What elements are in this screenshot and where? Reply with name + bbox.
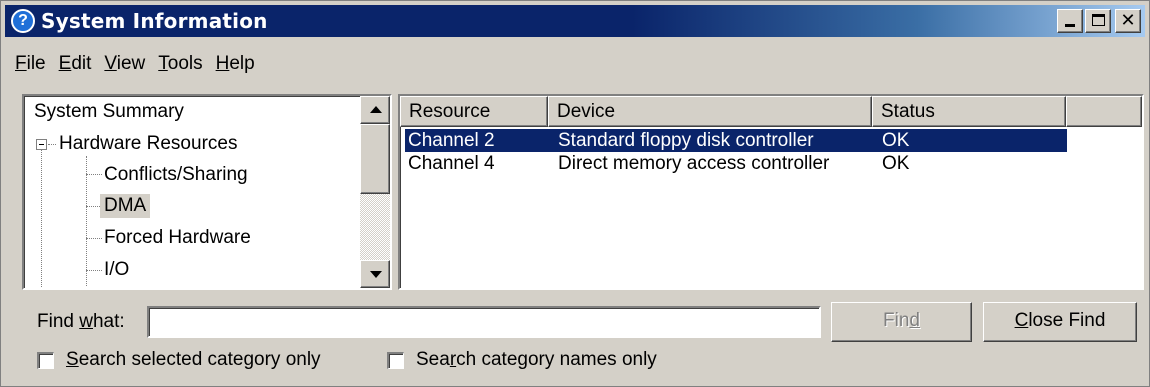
- menu-view-label: iew: [116, 53, 146, 74]
- table-row-channel-4[interactable]: Channel 4 Direct memory access controlle…: [405, 152, 1067, 175]
- maximize-button[interactable]: [1085, 9, 1111, 33]
- cell-status: OK: [882, 130, 910, 151]
- close-find-button[interactable]: Close Find: [983, 302, 1137, 342]
- category-tree[interactable]: System Summary Hardware Resources Confli…: [22, 94, 392, 290]
- menu-file-label: ile: [26, 53, 46, 74]
- menu-file-accel: F: [15, 53, 27, 74]
- menu-view-accel: V: [104, 53, 117, 74]
- option-label: earch selected category only: [78, 349, 321, 370]
- system-information-window: ? System Information ✕ File Edit View To…: [0, 0, 1150, 387]
- collapse-toggle-icon[interactable]: [36, 139, 47, 150]
- tree-connector: [41, 143, 42, 287]
- menu-help[interactable]: Help: [212, 51, 264, 77]
- close-find-label: lose Find: [1028, 310, 1106, 331]
- cell-resource: Channel 2: [408, 130, 495, 151]
- tree-connector: [48, 144, 56, 145]
- menu-edit[interactable]: Edit: [55, 51, 101, 77]
- column-header-device[interactable]: Device: [548, 96, 872, 127]
- list-header: Resource Device Status: [400, 96, 1142, 127]
- menu-edit-accel: E: [58, 53, 72, 74]
- scroll-thumb[interactable]: [360, 124, 390, 194]
- find-label-post: hat:: [92, 311, 125, 332]
- tree-item-conflicts-sharing[interactable]: Conflicts/Sharing: [104, 163, 248, 187]
- close-button[interactable]: ✕: [1115, 9, 1141, 33]
- tree-connector: [86, 156, 87, 286]
- find-label-accel: w: [79, 311, 93, 332]
- scroll-up-button[interactable]: [360, 96, 390, 124]
- close-find-accel: C: [1014, 310, 1029, 331]
- option-accel: S: [66, 349, 79, 370]
- menu-view[interactable]: View: [100, 51, 154, 77]
- minimize-button[interactable]: [1057, 9, 1083, 33]
- search-selected-category-checkbox[interactable]: [37, 351, 54, 369]
- option-label-post: ch category names only: [456, 349, 657, 370]
- cell-resource: Channel 4: [408, 153, 495, 174]
- option-label-pre: Sea: [416, 349, 450, 370]
- window-title: System Information: [41, 9, 268, 33]
- caption-buttons: ✕: [1057, 9, 1141, 33]
- tree-item-dma[interactable]: DMA: [100, 194, 151, 218]
- tree-connector: [86, 270, 102, 271]
- help-app-icon: ?: [11, 9, 35, 33]
- menu-bar: File Edit View Tools Help: [11, 51, 264, 77]
- column-header-empty: [1066, 96, 1142, 127]
- menu-help-label: elp: [229, 53, 255, 74]
- cell-status: OK: [882, 153, 910, 174]
- find-button[interactable]: Find: [831, 302, 972, 342]
- find-button-label: Fin: [883, 310, 910, 331]
- column-header-status[interactable]: Status: [872, 96, 1066, 127]
- search-selected-category-label: Search selected category only: [66, 349, 321, 371]
- find-what-label: Find what:: [37, 310, 125, 334]
- close-icon: ✕: [1120, 10, 1136, 31]
- table-row-channel-2[interactable]: Channel 2 Standard floppy disk controlle…: [405, 129, 1067, 152]
- scroll-down-button[interactable]: [360, 260, 390, 288]
- tree-item-io[interactable]: I/O: [104, 258, 129, 282]
- tree-scrollbar[interactable]: [360, 96, 390, 288]
- search-category-names-label: Search category names only: [416, 349, 657, 371]
- column-header-resource[interactable]: Resource: [400, 96, 548, 127]
- cell-device: Standard floppy disk controller: [558, 130, 814, 151]
- details-list[interactable]: Resource Device Status Channel 2 Standar…: [398, 94, 1144, 290]
- tree-connector: [86, 174, 102, 175]
- menu-edit-label: dit: [71, 53, 92, 74]
- tree-item-hardware-resources[interactable]: Hardware Resources: [59, 132, 237, 156]
- find-button-accel: d: [909, 310, 920, 331]
- menu-help-accel: H: [215, 53, 230, 74]
- cell-device: Direct memory access controller: [558, 153, 830, 174]
- arrow-down-icon: [370, 271, 382, 278]
- menu-tools[interactable]: Tools: [154, 51, 211, 77]
- menu-tools-label: ools: [167, 53, 203, 74]
- arrow-up-icon: [370, 106, 382, 113]
- tree-connector: [86, 238, 102, 239]
- tree-item-system-summary[interactable]: System Summary: [34, 100, 184, 124]
- search-category-names-checkbox[interactable]: [387, 351, 404, 369]
- maximize-icon: [1092, 14, 1105, 26]
- search-selected-category-only-option[interactable]: Search selected category only: [37, 349, 321, 371]
- title-bar[interactable]: ? System Information ✕: [5, 5, 1145, 37]
- tree-item-forced-hardware[interactable]: Forced Hardware: [104, 226, 251, 250]
- minimize-icon: [1065, 24, 1075, 27]
- search-category-names-only-option[interactable]: Search category names only: [387, 349, 657, 371]
- menu-tools-accel: T: [158, 53, 168, 74]
- menu-file[interactable]: File: [11, 51, 55, 77]
- find-label-pre: Find: [37, 311, 80, 332]
- find-what-input[interactable]: [147, 306, 821, 338]
